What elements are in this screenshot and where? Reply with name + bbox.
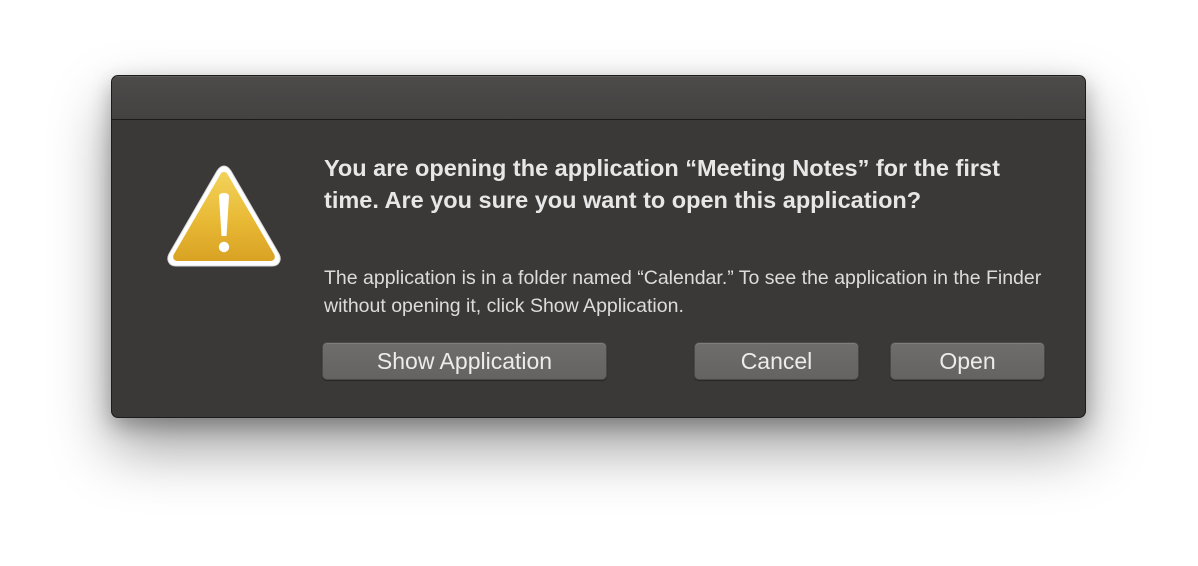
alert-dialog: You are opening the application “Meeting… xyxy=(111,75,1086,418)
open-button[interactable]: Open xyxy=(890,342,1045,380)
alert-informative-text: The application is in a folder named “Ca… xyxy=(324,267,1042,317)
cancel-button[interactable]: Cancel xyxy=(694,342,859,380)
show-application-button[interactable]: Show Application xyxy=(322,342,607,380)
alert-message: You are opening the application “Meeting… xyxy=(324,155,1000,213)
warning-icon xyxy=(167,165,281,267)
dialog-title-bar[interactable] xyxy=(112,76,1085,120)
